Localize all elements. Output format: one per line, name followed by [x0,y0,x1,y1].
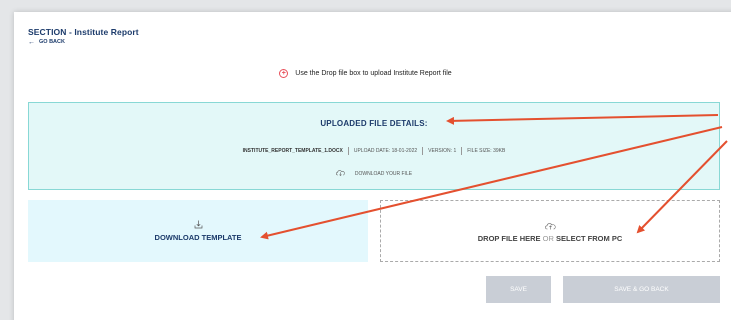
file-version: VERSION: 1 [428,148,457,154]
info-message: + Use the Drop file box to upload Instit… [0,69,731,78]
alert-circle-icon: + [279,69,289,78]
uploaded-file-heading: UPLOADED FILE DETAILS: [320,119,428,128]
upload-date: UPLOAD DATE: 18-01-2022 [353,148,418,154]
select-from-pc-link[interactable]: SELECT FROM PC [556,234,622,243]
save-button[interactable]: SAVE [486,276,551,303]
save-and-go-back-button[interactable]: SAVE & GO BACK [563,276,720,303]
go-back-label: GO BACK [39,39,65,45]
arrow-left-icon: ← [28,38,35,46]
download-icon [194,216,203,234]
divider [461,147,463,155]
file-size: FILE SIZE: 39KB [467,148,506,154]
or-text: OR [542,234,554,243]
file-drop-zone[interactable]: DROP FILE HERE OR SELECT FROM PC [380,200,720,262]
download-your-file-label: DOWNLOAD YOUR FILE [354,170,413,177]
page-title: SECTION - Institute Report [28,27,139,37]
go-back-link[interactable]: ← GO BACK [28,38,65,46]
download-template-button[interactable]: DOWNLOAD TEMPLATE [28,200,368,262]
cloud-upload-icon [544,217,556,235]
file-name: INSTITUTE_REPORT_TEMPLATE_1.DOCX [242,148,343,154]
drop-file-here-text: DROP FILE HERE [477,234,541,243]
file-details-row: INSTITUTE_REPORT_TEMPLATE_1.DOCX UPLOAD … [29,147,719,155]
drop-zone-label: DROP FILE HERE OR SELECT FROM PC [381,234,719,243]
uploaded-file-details-box: UPLOADED FILE DETAILS: INSTITUTE_REPORT_… [28,102,720,190]
download-template-label: DOWNLOAD TEMPLATE [154,233,242,242]
download-cloud-icon [335,169,345,178]
divider [347,147,349,155]
download-your-file-link[interactable]: DOWNLOAD YOUR FILE [29,169,719,178]
info-message-text: Use the Drop file box to upload Institut… [295,70,452,77]
divider [422,147,424,155]
